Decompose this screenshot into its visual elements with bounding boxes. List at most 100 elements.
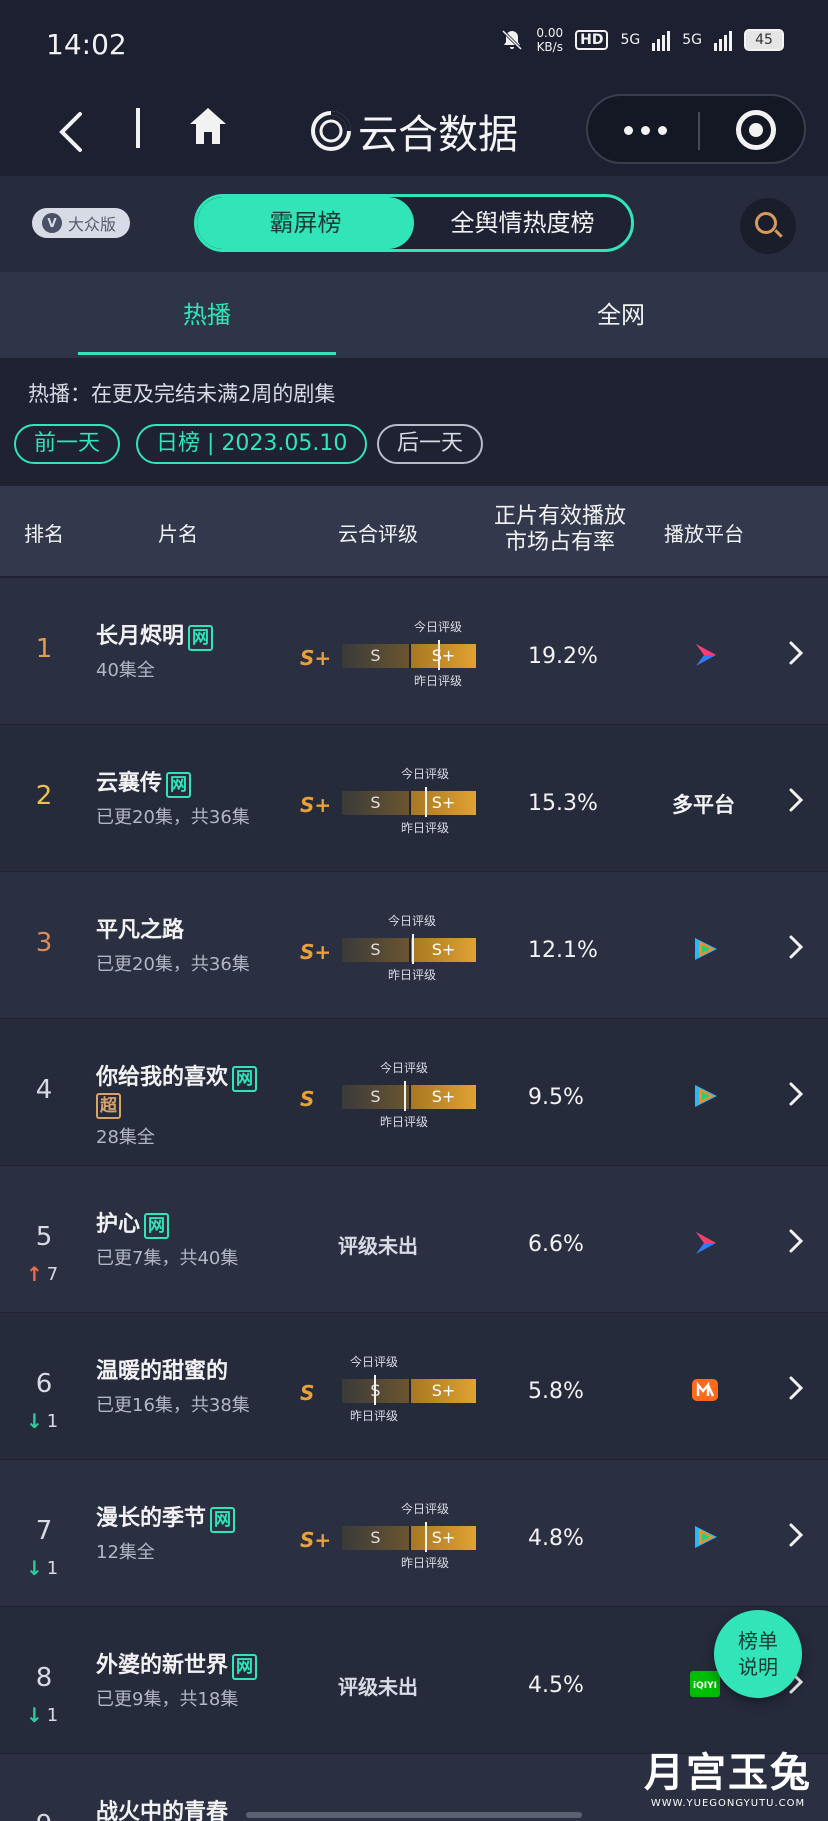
nav-bar: 云合数据: [0, 88, 828, 176]
tab-bar: 热播 全网: [0, 272, 828, 358]
tab-hot[interactable]: 热播: [0, 272, 414, 358]
chevron-right-icon[interactable]: [786, 638, 806, 668]
show-title: 长月烬明: [96, 624, 185, 649]
rank-number: 4: [35, 1075, 53, 1105]
col-name: 片名: [158, 522, 198, 546]
chevron-right-icon[interactable]: [786, 1226, 806, 1256]
ranking-row[interactable]: 5 ↑ 7 护心网已更7集，共40集 评级未出 6.6%: [0, 1166, 828, 1312]
grade-bar: SS+: [342, 938, 476, 962]
yesterday-grade-label: 昨日评级: [387, 968, 436, 982]
show-info: 外婆的新世界网已更9集，共18集: [96, 1651, 286, 1711]
rank-change: ↓ 1: [26, 1409, 59, 1433]
show-title: 温暖的甜蜜的: [96, 1359, 229, 1384]
today-grade-label: 今日评级: [400, 767, 449, 781]
grade-bar: SS+: [342, 1526, 476, 1550]
battery-icon: 45: [744, 29, 784, 51]
ranking-row[interactable]: 7 ↓ 1 漫长的季节网 12集全 S+ S S+ 今日评级 昨日评级 4.8%: [0, 1460, 828, 1606]
mini-program-capsule: [586, 94, 806, 164]
info-text: 热播：在更及完结未满2周的剧集: [28, 382, 336, 406]
show-title: 你给我的喜欢: [96, 1065, 229, 1090]
date-selector[interactable]: 日榜 | 2023.05.10: [136, 424, 368, 464]
rank-number: 8: [35, 1663, 53, 1693]
hd-badge: HD: [575, 30, 609, 50]
episode-info: 12集全: [96, 1542, 155, 1563]
today-grade-marker: [438, 640, 440, 670]
super-tag: 超: [96, 1093, 121, 1119]
ranking-row[interactable]: 1 长月烬明网 40集全 S+ S S+ 今日评级 昨日评级 19.2%: [0, 578, 828, 724]
toggle-dominance[interactable]: 霸屏榜: [197, 197, 414, 249]
market-share: 6.6%: [528, 1232, 584, 1257]
arrow-down-icon: ↓: [26, 1556, 43, 1580]
rank-number: 1: [35, 634, 53, 664]
market-share: 9.5%: [528, 1085, 584, 1110]
network-tag: 网: [188, 625, 214, 651]
yesterday-grade-label: 昨日评级: [400, 1556, 449, 1570]
network-tag: 网: [210, 1507, 236, 1533]
arrow-down-icon: ↓: [26, 1703, 43, 1727]
watermark: 月宫玉兔 WWW.YUEGONGYUTU.COM: [628, 1740, 828, 1820]
grade-pending: 评级未出: [338, 1675, 418, 1699]
prev-day-button[interactable]: 前一天: [14, 424, 121, 464]
ranking-row[interactable]: 8 ↓ 1 外婆的新世界网已更9集，共18集 评级未出 4.5% iQIYI: [0, 1607, 828, 1753]
yesterday-grade-label: 昨日评级: [379, 1115, 428, 1129]
v-icon: V: [42, 213, 62, 233]
rank-change: ↓ 1: [26, 1556, 59, 1580]
app-title-text: 云合数据: [358, 112, 518, 158]
back-arrow-icon[interactable]: [52, 106, 92, 158]
network-tag: 网: [144, 1213, 170, 1239]
platform-text: 多平台: [672, 793, 735, 817]
yesterday-grade-label: 昨日评级: [413, 674, 462, 688]
tencent-video-icon: [695, 938, 717, 960]
status-icons: 0.00 KB/s HD 5G 5G 45: [500, 26, 784, 54]
toggle-heat[interactable]: 全舆情热度榜: [414, 197, 631, 249]
status-time: 14:02: [46, 28, 127, 61]
chevron-right-icon[interactable]: [786, 785, 806, 815]
market-share: 4.8%: [528, 1526, 584, 1551]
more-dots-icon[interactable]: [624, 126, 667, 135]
tab-all-network[interactable]: 全网: [414, 272, 828, 358]
board-toggle: 霸屏榜 全舆情热度榜: [194, 194, 634, 252]
search-button[interactable]: [740, 198, 796, 254]
rank-change: ↑ 7: [26, 1262, 59, 1286]
grade-pending: 评级未出: [338, 1234, 418, 1258]
show-info: 云襄传网已更20集，共36集: [96, 769, 286, 829]
edition-badge[interactable]: V 大众版: [32, 208, 131, 238]
next-day-button[interactable]: 后一天: [377, 424, 484, 464]
show-info: 平凡之路 已更20集，共36集: [96, 916, 286, 976]
today-grade-label: 今日评级: [379, 1061, 428, 1075]
tab-underline: [78, 352, 336, 355]
market-share: 19.2%: [528, 644, 598, 669]
chevron-right-icon[interactable]: [786, 1079, 806, 1109]
show-title: 外婆的新世界: [96, 1653, 229, 1678]
youku-icon: [696, 1232, 716, 1254]
today-grade-marker: [425, 787, 427, 817]
today-grade-label: 今日评级: [387, 914, 436, 928]
chevron-right-icon[interactable]: [786, 1520, 806, 1550]
network-tag: 网: [166, 772, 192, 798]
rank-number: 7: [35, 1516, 53, 1546]
grade-bar: SS+: [342, 1379, 476, 1403]
rank-number: 2: [35, 781, 53, 811]
market-share: 5.8%: [528, 1379, 584, 1404]
network-tag: 网: [232, 1066, 258, 1092]
home-icon[interactable]: [186, 104, 230, 148]
chevron-right-icon[interactable]: [786, 932, 806, 962]
close-target-icon[interactable]: [736, 110, 776, 150]
show-info: 长月烬明网 40集全: [96, 622, 286, 682]
ranking-row[interactable]: 4 你给我的喜欢网超 28集全 S S S+ 今日评级 昨日评级 9.5%: [0, 1019, 828, 1165]
grade-value: S: [300, 1381, 315, 1405]
chevron-right-icon[interactable]: [786, 1373, 806, 1403]
ranking-row[interactable]: 6 ↓1 温暖的甜蜜的已更16集，共38集 S SS+ 今日评级昨日评级 5.8%: [0, 1313, 828, 1459]
arrow-down-icon: ↓: [26, 1409, 43, 1433]
list-explain-button[interactable]: 榜单 说明: [714, 1610, 802, 1698]
ranking-row[interactable]: 2 云襄传网已更20集，共36集 S+ S S+ 今日评级 昨日评级 15.3% 多平台: [0, 725, 828, 871]
today-grade-label: 今日评级: [400, 1502, 449, 1516]
today-grade-marker: [425, 1522, 427, 1552]
episode-info: 已更20集，共36集: [96, 807, 250, 828]
show-info: 你给我的喜欢网超 28集全: [96, 1063, 286, 1149]
ranking-row[interactable]: 3 平凡之路 已更20集，共36集 S+ S S+ 今日评级 昨日评级 12.1%: [0, 872, 828, 1018]
mango-tv-icon: [692, 1379, 718, 1401]
home-indicator[interactable]: [246, 1812, 582, 1818]
tencent-video-icon: [695, 1085, 717, 1107]
app-title: 云合数据: [310, 102, 518, 160]
